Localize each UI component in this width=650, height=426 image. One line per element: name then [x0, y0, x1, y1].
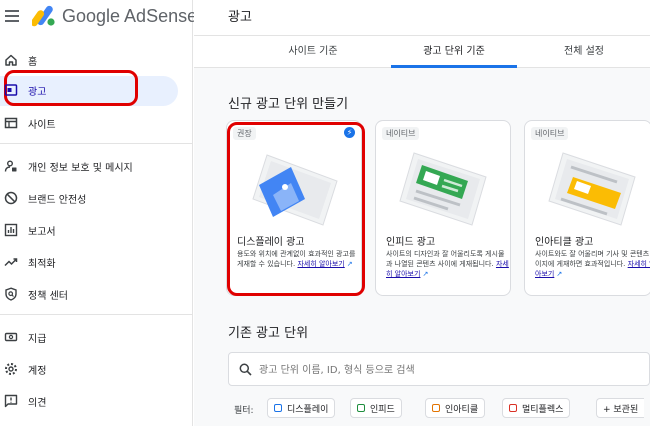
brand-name[interactable]: Google AdSense [62, 6, 197, 27]
home-icon [5, 54, 17, 66]
site-icon [4, 117, 18, 129]
card-description: 사이트와도 잘 어울리며 기사 및 콘텐츠 페이지에 게재하면 효과적입니다. … [535, 249, 650, 279]
infeed-format-icon [357, 404, 365, 412]
sidebar-item-reports[interactable]: 보고서 [0, 216, 193, 244]
ad-unit-search[interactable] [228, 352, 650, 386]
feedback-icon [4, 394, 18, 408]
sidebar-item-label: 보고서 [28, 226, 56, 238]
hamburger-menu-icon[interactable] [5, 10, 19, 22]
top-header: 광고 [194, 0, 650, 36]
brand-bar: Google AdSense [0, 0, 197, 34]
native-badge: 네이티브 [531, 127, 569, 140]
highlight-annotation-card [227, 122, 365, 296]
sidebar-item-label: 의견 [28, 397, 47, 409]
adsense-app: Google AdSense 홈 광고 사이트 개인 정보 보호 및 메시지 브… [0, 0, 650, 426]
inarticle-ad-card[interactable]: 네이티브 인아티클 광고 사이트와도 잘 어울리며 기사 및 콘텐츠 페이지에 … [524, 120, 650, 296]
sidebar-divider [0, 143, 193, 144]
sidebar-item-label: 개인 정보 보호 및 메시지 [28, 162, 133, 174]
sidebar-item-brand-safety[interactable]: 브랜드 안전성 [0, 184, 193, 212]
card-desc-text: 사이트의 디자인과 잘 어울리도록 게시물과 나열된 콘텐츠 사이에 게재됩니다… [386, 250, 505, 268]
sidebar-item-sites[interactable]: 사이트 [0, 109, 193, 137]
ads-icon [4, 84, 18, 96]
sidebar-item-privacy[interactable]: 개인 정보 보호 및 메시지 [0, 152, 193, 180]
filter-chip-multiplex[interactable]: 멀티플렉스 [502, 398, 571, 418]
adsense-logo-icon [32, 5, 55, 27]
sidebar-divider [0, 314, 193, 315]
card-title: 인피드 광고 [386, 237, 436, 248]
search-icon [239, 363, 252, 376]
external-link-icon: ↗ [422, 270, 429, 278]
sidebar-item-feedback[interactable]: 의견 [0, 387, 193, 415]
active-tab-indicator [391, 65, 517, 68]
chip-label: + 보관된 [603, 404, 639, 415]
inarticle-ad-illustration [548, 152, 636, 226]
sidebar-item-payments[interactable]: 지급 [0, 323, 193, 351]
search-input[interactable] [259, 361, 639, 379]
privacy-icon [4, 160, 17, 172]
inarticle-format-icon [432, 404, 440, 412]
filter-chip-inarticle[interactable]: 인아티클 [425, 398, 486, 418]
sidebar-item-label: 계정 [28, 365, 47, 377]
filter-chip-infeed[interactable]: 인피드 [350, 398, 402, 418]
external-link-icon: ↗ [556, 270, 563, 278]
sidebar-item-account[interactable]: 계정 [0, 355, 193, 383]
multiplex-format-icon [509, 404, 517, 412]
new-ad-unit-heading: 신규 광고 단위 만들기 [228, 97, 349, 112]
tab-by-ad-unit[interactable]: 광고 단위 기준 [391, 36, 517, 68]
sidebar-item-label: 최적화 [28, 258, 56, 270]
tab-bar: 사이트 기준 광고 단위 기준 전체 설정 [194, 36, 650, 68]
sidebar-item-label: 지급 [28, 333, 47, 345]
sidebar-item-policy-center[interactable]: 정책 센터 [0, 280, 193, 308]
display-format-icon [274, 404, 282, 412]
infeed-ad-illustration [399, 152, 487, 226]
native-badge: 네이티브 [382, 127, 420, 140]
filter-chip-display[interactable]: 디스플레이 [267, 398, 336, 418]
report-icon [4, 223, 18, 237]
policy-icon [5, 287, 17, 301]
chip-label: 디스플레이 [287, 404, 329, 415]
existing-ad-units-heading: 기존 광고 단위 [228, 326, 309, 341]
infeed-ad-card[interactable]: 네이티브 인피드 광고 사이트의 디자인과 잘 어울리도록 게시물과 나열된 콘… [375, 120, 511, 296]
filter-label: 필터: [234, 406, 254, 416]
sidebar-item-label: 광고 [28, 86, 47, 98]
payments-icon [4, 332, 18, 342]
page-title: 광고 [228, 10, 252, 25]
card-description: 사이트의 디자인과 잘 어울리도록 게시물과 나열된 콘텐츠 사이에 게재됩니다… [386, 249, 510, 279]
sidebar-item-label: 홈 [28, 56, 38, 68]
sidebar-item-label: 브랜드 안전성 [28, 194, 87, 206]
chip-label: 인아티클 [445, 404, 479, 415]
sidebar-item-label: 정책 센터 [28, 290, 68, 302]
chip-label: 멀티플렉스 [522, 404, 564, 415]
block-icon [4, 191, 18, 205]
sidebar: Google AdSense 홈 광고 사이트 개인 정보 보호 및 메시지 브… [0, 0, 197, 426]
sidebar-item-optimization[interactable]: 최적화 [0, 248, 193, 276]
trending-icon [4, 258, 18, 267]
chip-label: 인피드 [370, 404, 395, 415]
tab-global-settings[interactable]: 전체 설정 [534, 36, 634, 68]
sidebar-item-label: 사이트 [28, 119, 56, 131]
tab-by-site[interactable]: 사이트 기준 [254, 36, 372, 68]
highlight-annotation-nav [4, 70, 138, 106]
card-title: 인아티클 광고 [535, 237, 594, 248]
filter-chip-archived[interactable]: + 보관된 [596, 398, 645, 418]
gear-icon [5, 363, 17, 375]
